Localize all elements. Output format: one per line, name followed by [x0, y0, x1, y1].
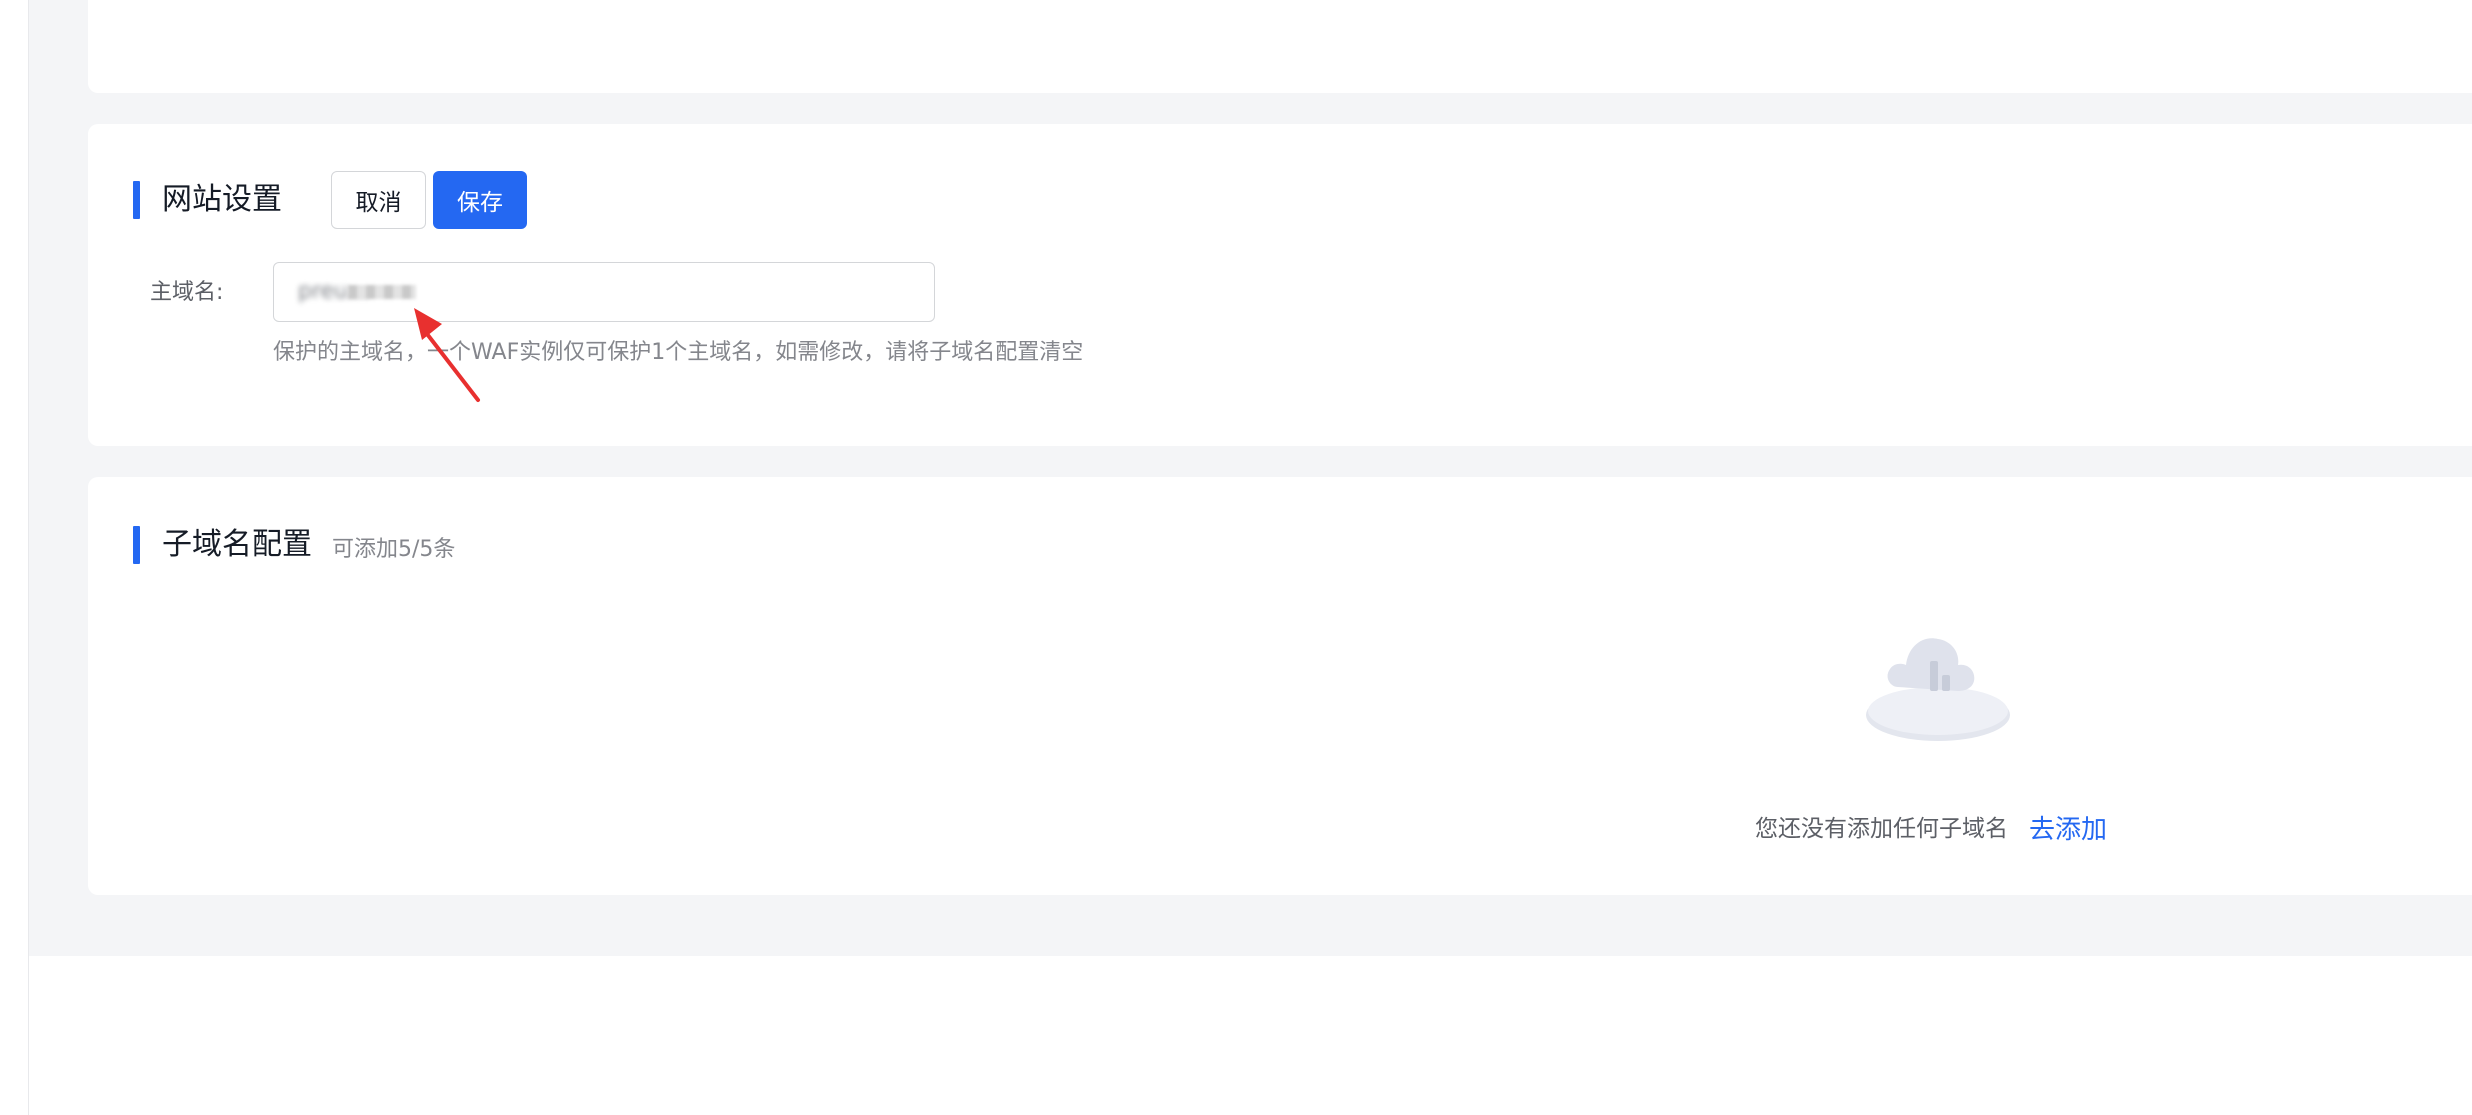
- domain-input[interactable]: preu...: [273, 262, 935, 322]
- top-card: [88, 0, 2472, 93]
- empty-cloud-icon: [1866, 638, 2010, 741]
- section-title-bar: [133, 181, 140, 219]
- subdomain-config-card: 子域名配置 可添加5/5条 您还没有添加任何子域名 去添加: [88, 477, 2472, 895]
- content-area: 网站设置 取消 保存 主域名: preu... 保护的主域名，一个WAF实例仅可…: [29, 0, 2472, 956]
- domain-label: 主域名:: [150, 280, 224, 305]
- left-sidebar-rail: [0, 0, 29, 1115]
- domain-help-text: 保护的主域名，一个WAF实例仅可保护1个主域名，如需修改，请将子域名配置清空: [273, 340, 1084, 365]
- add-subdomain-link[interactable]: 去添加: [2029, 809, 2107, 846]
- subdomain-config-title: 子域名配置: [162, 527, 312, 562]
- domain-value-mask: [348, 285, 416, 299]
- site-settings-title: 网站设置: [162, 182, 282, 217]
- cancel-button[interactable]: 取消: [331, 171, 426, 229]
- red-arrow-icon: [414, 308, 480, 402]
- save-button[interactable]: 保存: [433, 171, 527, 229]
- section-title-bar: [133, 526, 140, 564]
- empty-state-text: 您还没有添加任何子域名: [1755, 816, 2008, 842]
- subdomain-count-text: 可添加5/5条: [332, 537, 456, 562]
